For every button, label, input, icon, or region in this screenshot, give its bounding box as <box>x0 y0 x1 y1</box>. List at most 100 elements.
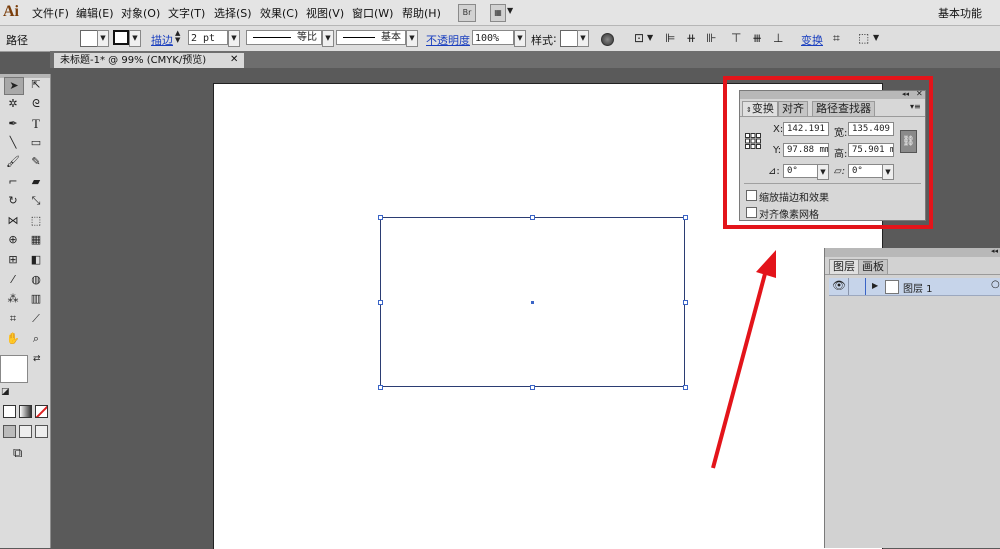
chevron-down-icon[interactable]: ▼ <box>514 30 526 47</box>
menu-view[interactable]: 视图(V) <box>306 5 344 21</box>
selection-tool-icon[interactable]: ➤ <box>4 77 24 95</box>
menu-help[interactable]: 帮助(H) <box>402 5 441 21</box>
align-bottom-icon[interactable]: ⊥ <box>773 31 783 45</box>
tab-artboards[interactable]: 画板 <box>858 259 888 274</box>
color-mode-icon[interactable] <box>3 405 16 418</box>
tab-layers[interactable]: 图层 <box>829 259 859 274</box>
stroke-swatch[interactable] <box>113 30 129 45</box>
align-top-icon[interactable]: ⊤ <box>731 31 741 45</box>
chevron-down-icon[interactable]: ▼ <box>577 30 589 47</box>
direct-selection-tool-icon[interactable]: ⇱ <box>27 77 45 93</box>
gradient-mode-icon[interactable] <box>19 405 32 418</box>
fill-color-box[interactable] <box>0 355 28 383</box>
menu-window[interactable]: 窗口(W) <box>352 5 393 21</box>
chevron-down-icon[interactable]: ▼ <box>228 30 240 47</box>
menu-file[interactable]: 文件(F) <box>32 5 69 21</box>
chevron-down-icon[interactable]: ▼ <box>322 30 334 47</box>
brush-definition[interactable]: 基本 <box>336 30 406 45</box>
close-tab-icon[interactable]: ✕ <box>230 54 238 65</box>
stroke-link[interactable]: 描边 <box>151 32 173 48</box>
artboard-tool-icon[interactable]: ⌗ <box>4 311 22 327</box>
type-tool-icon[interactable]: T <box>27 116 45 132</box>
hand-tool-icon[interactable]: ✋ <box>4 331 22 347</box>
bounding-box-handle[interactable] <box>378 300 383 305</box>
column-graph-tool-icon[interactable]: ▥ <box>27 291 45 307</box>
magic-wand-tool-icon[interactable]: ✲ <box>4 96 22 112</box>
arrange-documents-icon[interactable]: ▦ <box>490 4 506 22</box>
chevron-down-icon[interactable]: ▼ <box>507 6 513 15</box>
paintbrush-tool-icon[interactable]: 🖌︎ <box>4 154 22 170</box>
document-tab[interactable]: 未标题-1* @ 99% (CMYK/预览) <box>54 53 244 68</box>
variable-width-profile[interactable]: 等比 <box>246 30 322 45</box>
default-colors-icon[interactable]: ◪ <box>1 387 10 397</box>
shape-builder-tool-icon[interactable]: ⊕ <box>4 232 22 248</box>
bounding-box-handle[interactable] <box>530 215 535 220</box>
pen-tool-icon[interactable]: ✒ <box>4 116 22 132</box>
stepper-icon[interactable]: ▲ ▼ <box>175 30 180 44</box>
expand-triangle-icon[interactable]: ▶ <box>872 281 878 290</box>
blob-brush-tool-icon[interactable]: ⌐ <box>4 174 22 190</box>
make-envelope-icon[interactable]: ⬚ <box>858 31 869 45</box>
lasso-tool-icon[interactable]: ᘓ <box>27 96 45 112</box>
slice-tool-icon[interactable]: ⟋ <box>27 311 45 327</box>
pencil-tool-icon[interactable]: ✎ <box>27 154 45 170</box>
blend-tool-icon[interactable]: ◍ <box>27 272 45 288</box>
screen-mode-icon[interactable]: ⧉ <box>13 446 22 461</box>
width-tool-icon[interactable]: ⋈ <box>4 213 22 229</box>
opacity-field[interactable]: 100% <box>472 30 514 45</box>
reference-point-icon[interactable]: ⊡ <box>634 31 644 45</box>
symbol-sprayer-tool-icon[interactable]: ⁂ <box>4 291 22 307</box>
bridge-button[interactable]: Br <box>458 4 476 22</box>
chevron-down-icon[interactable]: ▼ <box>647 33 653 42</box>
chevron-down-icon[interactable]: ▼ <box>873 33 879 42</box>
gradient-tool-icon[interactable]: ◧ <box>27 252 45 268</box>
opacity-link[interactable]: 不透明度 <box>426 32 470 48</box>
bounding-box-handle[interactable] <box>378 215 383 220</box>
menu-edit[interactable]: 编辑(E) <box>76 5 114 21</box>
eraser-tool-icon[interactable]: ▰ <box>27 174 45 190</box>
bounding-box-handle[interactable] <box>683 385 688 390</box>
live-paint-bucket-tool-icon[interactable]: ▦ <box>27 232 45 248</box>
draw-normal-icon[interactable] <box>3 425 16 438</box>
bounding-box-handle[interactable] <box>683 300 688 305</box>
transform-link[interactable]: 变换 <box>801 32 823 48</box>
free-transform-tool-icon[interactable]: ⬚ <box>27 213 45 229</box>
visibility-eye-icon[interactable]: 👁︎ <box>832 279 846 292</box>
align-vertical-center-icon[interactable]: ⧻ <box>752 31 762 45</box>
swap-colors-icon[interactable]: ⇄ <box>33 354 41 364</box>
rotate-tool-icon[interactable]: ↻ <box>4 193 22 209</box>
align-right-icon[interactable]: ⊪ <box>706 31 716 45</box>
graphic-style-swatch[interactable] <box>560 30 578 47</box>
recolor-artwork-icon[interactable] <box>601 33 614 46</box>
chevron-down-icon[interactable]: ▼ <box>97 30 109 47</box>
scale-tool-icon[interactable]: ⤡ <box>27 193 45 209</box>
zoom-tool-icon[interactable]: ⌕ <box>27 331 45 347</box>
layer-name[interactable]: 图层 1 <box>903 280 933 295</box>
eyedropper-tool-icon[interactable]: ⁄ <box>4 272 22 288</box>
menu-select[interactable]: 选择(S) <box>214 5 252 21</box>
panel-header[interactable] <box>825 248 1000 257</box>
menu-object[interactable]: 对象(O) <box>121 5 160 21</box>
fill-swatch[interactable] <box>80 30 98 47</box>
isolate-selected-icon[interactable]: ⌗ <box>833 31 840 46</box>
bounding-box-handle[interactable] <box>530 385 535 390</box>
line-tool-icon[interactable]: ╲ <box>4 135 22 151</box>
align-left-icon[interactable]: ⊫ <box>665 31 675 45</box>
target-icon[interactable]: ○ <box>991 279 1000 290</box>
align-horizontal-center-icon[interactable]: ⧺ <box>686 31 696 45</box>
bounding-box-handle[interactable] <box>683 215 688 220</box>
draw-inside-icon[interactable] <box>35 425 48 438</box>
menu-effect[interactable]: 效果(C) <box>260 5 298 21</box>
bounding-box-handle[interactable] <box>378 385 383 390</box>
chevron-down-icon[interactable]: ▼ <box>406 30 418 47</box>
perspective-grid-tool-icon[interactable]: ⊞ <box>4 252 22 268</box>
stroke-weight-field[interactable]: 2 pt <box>188 30 228 45</box>
layer-row[interactable]: 👁︎ ▶ 图层 1 ○ <box>829 278 1000 296</box>
rectangle-tool-icon[interactable]: ▭ <box>27 135 45 151</box>
draw-behind-icon[interactable] <box>19 425 32 438</box>
collapse-panel-icon[interactable]: ◂◂ <box>991 247 998 255</box>
chevron-down-icon[interactable]: ▼ <box>129 30 141 47</box>
menu-type[interactable]: 文字(T) <box>168 5 205 21</box>
workspace-switcher[interactable]: 基本功能 <box>938 5 982 21</box>
none-mode-icon[interactable] <box>35 405 48 418</box>
